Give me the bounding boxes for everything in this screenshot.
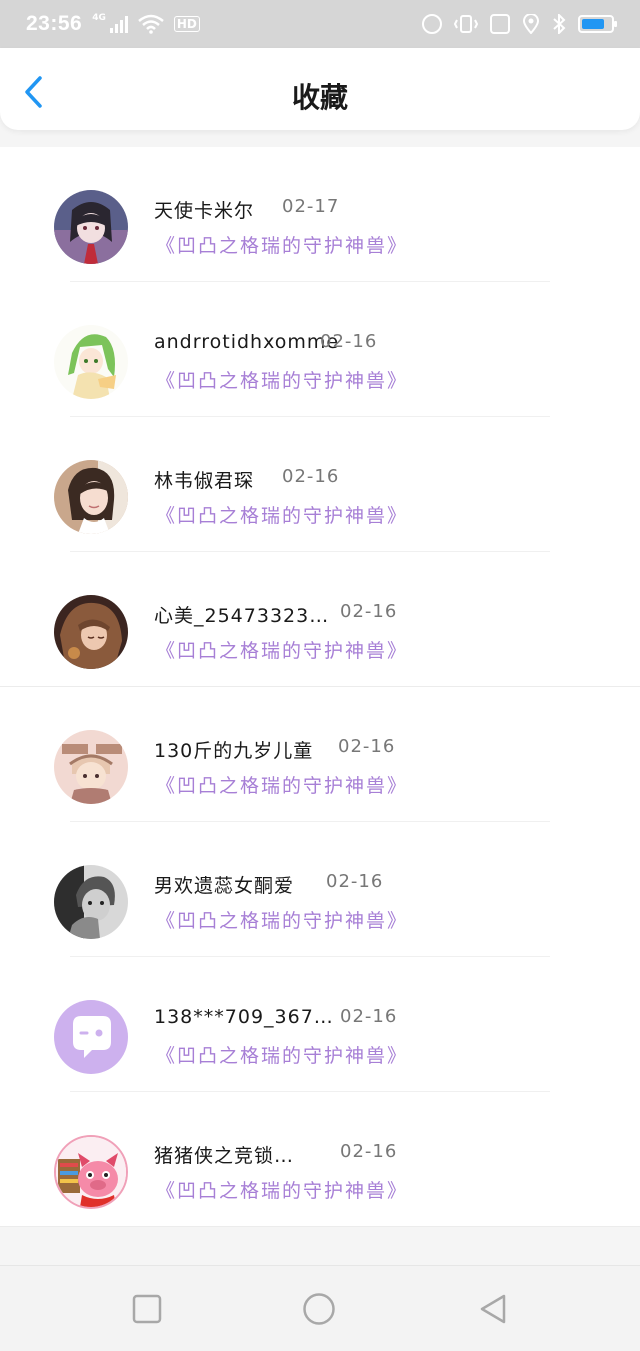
illustrated-girl-avatar[interactable] bbox=[54, 595, 128, 669]
date: 02-16 bbox=[340, 1006, 398, 1027]
username: 天使卡米尔 bbox=[154, 200, 255, 222]
username: 猪猪侠之竞锁… bbox=[154, 1145, 295, 1167]
square-icon[interactable] bbox=[130, 1292, 164, 1326]
status-right bbox=[422, 14, 617, 34]
lock-icon bbox=[490, 14, 510, 34]
list-item[interactable]: andrrotidhxomme 02-16 《凹凸之格瑞的守护神兽》 bbox=[0, 282, 640, 417]
username: 138***709_367… bbox=[154, 1006, 334, 1028]
battery-icon bbox=[578, 15, 617, 33]
list-item[interactable]: 林韦俶君琛 02-16 《凹凸之格瑞的守护神兽》 bbox=[0, 417, 640, 552]
username: 130斤的九岁儿童 bbox=[154, 740, 314, 762]
favorites-list: 天使卡米尔 02-17 《凹凸之格瑞的守护神兽》 andrrotidhxomme… bbox=[0, 147, 640, 1227]
photo-girl-avatar[interactable] bbox=[54, 460, 128, 534]
wifi-icon bbox=[138, 14, 164, 34]
date: 02-16 bbox=[320, 331, 378, 352]
circle-icon[interactable] bbox=[302, 1292, 336, 1326]
date: 02-17 bbox=[282, 196, 340, 217]
vibrate-icon bbox=[454, 15, 478, 33]
triangle-back-icon[interactable] bbox=[476, 1292, 510, 1326]
username: andrrotidhxomme bbox=[154, 331, 340, 353]
bw-photo-child-avatar[interactable] bbox=[54, 865, 128, 939]
page-title: 收藏 bbox=[291, 81, 348, 114]
header: 收藏 bbox=[0, 48, 640, 130]
collection-title[interactable]: 《凹凸之格瑞的守护神兽》 bbox=[156, 501, 408, 528]
username: 心美_25473323… bbox=[154, 605, 330, 627]
username: 男欢遗蕊女酮爱 bbox=[154, 875, 295, 897]
list-item[interactable]: 猪猪侠之竞锁… 02-16 《凹凸之格瑞的守护神兽》 bbox=[0, 1092, 640, 1227]
date: 02-16 bbox=[340, 1141, 398, 1162]
collection-title[interactable]: 《凹凸之格瑞的守护神兽》 bbox=[156, 1041, 408, 1068]
collection-title[interactable]: 《凹凸之格瑞的守护神兽》 bbox=[156, 366, 408, 393]
default-chat-avatar[interactable] bbox=[54, 1000, 128, 1074]
list-item[interactable]: 心美_25473323… 02-16 《凹凸之格瑞的守护神兽》 bbox=[0, 552, 640, 687]
collection-title[interactable]: 《凹凸之格瑞的守护神兽》 bbox=[156, 1176, 408, 1203]
status-bar: 23:56 4G HD bbox=[0, 0, 640, 48]
collection-title[interactable]: 《凹凸之格瑞的守护神兽》 bbox=[156, 906, 408, 933]
network-type: 4G bbox=[92, 13, 106, 23]
collection-title[interactable]: 《凹凸之格瑞的守护神兽》 bbox=[156, 771, 408, 798]
status-time: 23:56 bbox=[26, 12, 83, 35]
list-item[interactable]: 130斤的九岁儿童 02-16 《凹凸之格瑞的守护神兽》 bbox=[0, 687, 640, 822]
bluetooth-icon bbox=[553, 14, 566, 34]
anime-girl-dark-hair-avatar[interactable] bbox=[54, 190, 128, 264]
list-item[interactable]: 男欢遗蕊女酮爱 02-16 《凹凸之格瑞的守护神兽》 bbox=[0, 822, 640, 957]
username: 林韦俶君琛 bbox=[154, 470, 255, 492]
location-icon bbox=[522, 14, 540, 34]
hd-badge: HD bbox=[173, 16, 200, 32]
cartoon-pig-avatar[interactable] bbox=[54, 1135, 128, 1209]
date: 02-16 bbox=[340, 601, 398, 622]
list-item[interactable]: 天使卡米尔 02-17 《凹凸之格瑞的守护神兽》 bbox=[0, 147, 640, 282]
game-mode-icon bbox=[422, 14, 442, 34]
list-item[interactable]: 138***709_367… 02-16 《凹凸之格瑞的守护神兽》 bbox=[0, 957, 640, 1092]
cartoon-boy-avatar[interactable] bbox=[54, 730, 128, 804]
collection-title[interactable]: 《凹凸之格瑞的守护神兽》 bbox=[156, 636, 408, 663]
status-left: 23:56 4G HD bbox=[26, 12, 200, 36]
system-nav-bar bbox=[0, 1265, 640, 1351]
date: 02-16 bbox=[326, 871, 384, 892]
collection-title[interactable]: 《凹凸之格瑞的守护神兽》 bbox=[156, 231, 408, 258]
divider bbox=[0, 1226, 640, 1227]
date: 02-16 bbox=[338, 736, 396, 757]
anime-green-hair-avatar[interactable] bbox=[54, 325, 128, 399]
date: 02-16 bbox=[282, 466, 340, 487]
signal-icon bbox=[109, 15, 128, 33]
